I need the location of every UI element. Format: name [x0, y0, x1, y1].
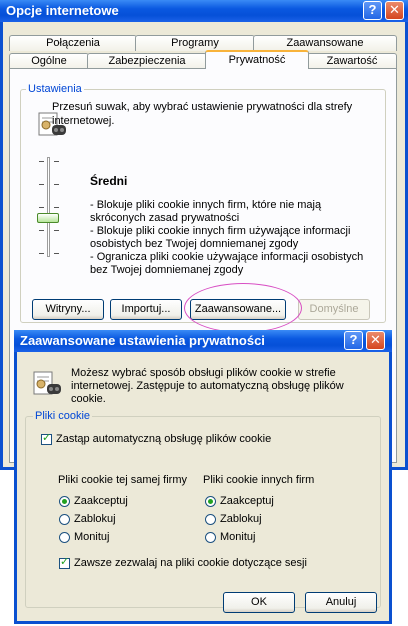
- first-party-block-label: Zablokuj: [74, 513, 116, 525]
- tab-security[interactable]: Zabezpieczenia: [87, 53, 207, 69]
- settings-desc-line1: Przesuń suwak, aby wybrać ustawienie pry…: [52, 101, 353, 113]
- third-party-block-radio[interactable]: [205, 514, 216, 525]
- third-party-accept-radio[interactable]: [205, 496, 216, 507]
- dialog-titlebar[interactable]: Zaawansowane ustawienia prywatności ? ✕: [14, 330, 392, 352]
- tab-general[interactable]: Ogólne: [9, 53, 89, 69]
- slider-tick-mid1-left: [39, 184, 44, 185]
- level-desc-line2: skróconych zasad prywatności: [90, 212, 240, 224]
- third-party-header: Pliki cookie innych firm: [203, 474, 315, 486]
- override-check-mark: ✓: [42, 432, 52, 444]
- slider-tick-top-right: [54, 161, 59, 162]
- level-desc-line3: - Blokuje pliki cookie innych firm używa…: [90, 225, 351, 237]
- close-button[interactable]: ✕: [385, 1, 404, 20]
- first-party-prompt-label: Monituj: [74, 531, 110, 543]
- highlight-ellipse: [184, 283, 302, 333]
- first-party-prompt-radio[interactable]: [59, 532, 70, 543]
- dialog-desc-line3: cookie.: [71, 393, 106, 405]
- advanced-privacy-dialog: Zaawansowane ustawienia prywatności ? ✕ …: [14, 330, 392, 624]
- slider-thumb[interactable]: [37, 213, 59, 223]
- cancel-button[interactable]: Anuluj: [305, 592, 377, 613]
- session-cookies-checkbox[interactable]: ✓: [59, 556, 70, 569]
- slider-tick-mid2-right: [54, 207, 59, 208]
- first-party-accept-label: Zaakceptuj: [74, 495, 128, 507]
- first-party-accept-radio[interactable]: [59, 496, 70, 507]
- cookie-icon: [31, 368, 63, 400]
- dialog-desc-line1: Możesz wybrać sposób obsługi plików cook…: [71, 367, 336, 379]
- session-cookies-label: Zawsze zezwalaj na pliki cookie dotycząc…: [74, 557, 307, 569]
- level-desc-line1: - Blokuje pliki cookie innych firm, któr…: [90, 199, 322, 211]
- slider-tick-top-left: [39, 161, 44, 162]
- slider-tick-mid3-left: [39, 230, 44, 231]
- slider-tick-bottom-right: [54, 253, 59, 254]
- session-check-mark: ✓: [60, 556, 70, 568]
- sites-button[interactable]: Witryny...: [32, 299, 104, 320]
- help-button[interactable]: ?: [363, 1, 382, 20]
- tab-advanced[interactable]: Zaawansowane: [253, 35, 397, 51]
- privacy-level-title: Średni: [90, 174, 128, 188]
- window-title: Opcje internetowe: [6, 3, 119, 18]
- slider-tick-mid1-right: [54, 184, 59, 185]
- first-party-block-radio[interactable]: [59, 514, 70, 525]
- level-desc-line4: osobistych bez Twojej domniemanej zgody: [90, 238, 299, 250]
- third-party-prompt-label: Monituj: [220, 531, 256, 543]
- override-label: Zastąp automatyczną obsługę plików cooki…: [56, 433, 272, 445]
- third-party-accept-label: Zaakceptuj: [220, 495, 274, 507]
- slider-track: [47, 157, 50, 257]
- slider-tick-mid3-right: [54, 230, 59, 231]
- settings-group-label: Ustawienia: [26, 83, 84, 96]
- third-party-prompt-radio[interactable]: [205, 532, 216, 543]
- dialog-help-button[interactable]: ?: [344, 331, 363, 350]
- first-party-header: Pliki cookie tej samej firmy: [58, 474, 187, 486]
- level-desc-line6: bez Twojej domniemanej zgody: [90, 264, 244, 276]
- tab-connections[interactable]: Połączenia: [9, 35, 137, 51]
- settings-desc-line2: internetowej.: [52, 115, 115, 127]
- dialog-close-button[interactable]: ✕: [366, 331, 385, 350]
- tab-privacy[interactable]: Prywatność: [205, 50, 309, 69]
- ok-button[interactable]: OK: [223, 592, 295, 613]
- privacy-slider[interactable]: [34, 157, 66, 261]
- slider-tick-mid2-left: [39, 207, 44, 208]
- internet-options-titlebar[interactable]: Opcje internetowe ? ✕: [0, 0, 408, 22]
- third-party-block-label: Zablokuj: [220, 513, 262, 525]
- level-desc-line5: - Ogranicza pliki cookie używające infor…: [90, 251, 364, 263]
- import-button[interactable]: Importuj...: [110, 299, 182, 320]
- slider-tick-bottom-left: [39, 253, 44, 254]
- default-button: Domyślne: [298, 299, 370, 320]
- dialog-desc-line2: internetowej. Zastępuje to automatyczną …: [71, 380, 344, 392]
- tab-programs[interactable]: Programy: [135, 35, 255, 51]
- override-checkbox[interactable]: ✓: [41, 432, 52, 445]
- tab-content[interactable]: Zawartość: [307, 53, 397, 69]
- cookies-group-label: Pliki cookie: [33, 410, 93, 423]
- dialog-title: Zaawansowane ustawienia prywatności: [20, 333, 265, 348]
- dialog-body: Możesz wybrać sposób obsługi plików cook…: [17, 352, 389, 621]
